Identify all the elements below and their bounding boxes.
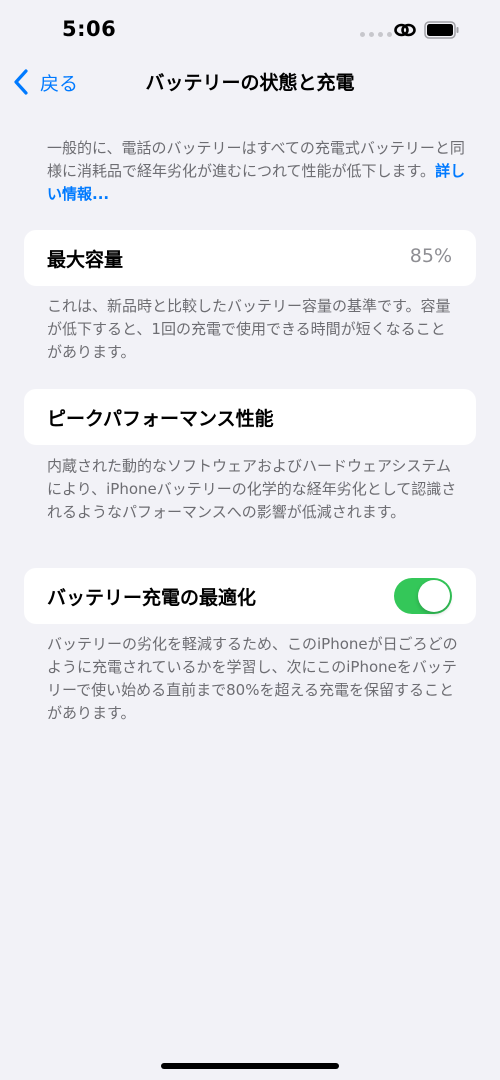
home-indicator[interactable] [161, 1063, 339, 1069]
intro-description: 一般的に、電話のバッテリーはすべての充電式バッテリーと同様に消耗品で経年劣化が進… [47, 137, 467, 206]
navigation-bar: 戻る バッテリーの状態と充電 [0, 60, 500, 104]
toggle-knob [418, 580, 450, 612]
battery-health-screen: 5:06 戻る バッテリーの状態と充電 一般的に、電話のバッテリーはすべての充電… [0, 0, 500, 1080]
max-capacity-footnote: これは、新品時と比較したバッテリー容量の基準です。容量が低下すると、1回の充電で… [47, 297, 451, 361]
page-title: バッテリーの状態と充電 [145, 72, 355, 94]
optimized-charging-toggle[interactable] [394, 578, 452, 614]
max-capacity-label: 最大容量 [47, 249, 124, 271]
max-capacity-row: 最大容量 85% [24, 230, 476, 286]
intro-text: 一般的に、電話のバッテリーはすべての充電式バッテリーと同様に消耗品で経年劣化が進… [47, 139, 465, 180]
peak-performance-row: ピークパフォーマンス性能 [24, 389, 476, 445]
optimized-charging-row: バッテリー充電の最適化 [24, 568, 476, 624]
status-bar: 5:06 [0, 0, 500, 60]
status-time: 5:06 [62, 17, 117, 41]
link-icon [394, 23, 416, 37]
peak-performance-label: ピークパフォーマンス性能 [47, 408, 274, 430]
max-capacity-value: 85% [409, 245, 452, 267]
signal-dots-icon [360, 32, 392, 37]
optimized-charging-label: バッテリー充電の最適化 [47, 587, 257, 609]
optimized-charging-footnote: バッテリーの劣化を軽減するため、このiPhoneが日ごろどのように充電されている… [47, 635, 458, 722]
peak-performance-footnote: 内蔵された動的なソフトウェアおよびハードウェアシステムにより、iPhoneバッテ… [47, 457, 457, 521]
battery-icon [424, 21, 459, 39]
